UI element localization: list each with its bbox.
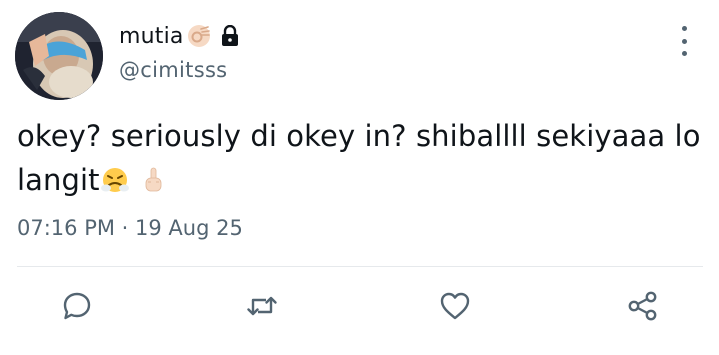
tweet-line-1: okey? seriously di okey in? shiballll se…: [17, 119, 701, 153]
display-name[interactable]: mutia: [119, 24, 184, 49]
ok-hand-emoji: [186, 23, 212, 49]
like-icon[interactable]: [437, 288, 473, 324]
tweet-line-2-text: langit: [17, 163, 100, 197]
handle[interactable]: @cimitsss: [119, 58, 227, 82]
more-dot: [681, 38, 687, 44]
more-dot: [681, 26, 687, 31]
tweet-timestamp[interactable]: 07:16 PM · 19 Aug 25: [17, 216, 243, 240]
face-with-steam-from-nose-emoji: [100, 163, 130, 193]
more-dot: [681, 51, 687, 56]
author-name-row: mutia: [119, 22, 240, 50]
retweet-icon[interactable]: [244, 288, 280, 324]
share-icon[interactable]: [625, 288, 661, 324]
more-options-icon[interactable]: [672, 26, 696, 56]
tweet-line-2: langit: [17, 158, 697, 202]
lock-icon: [220, 24, 240, 47]
reply-icon[interactable]: [59, 288, 95, 324]
divider: [17, 266, 703, 267]
middle-finger-emoji: [138, 163, 168, 193]
avatar[interactable]: [15, 12, 103, 100]
tweet-text: okey? seriously di okey in? shiballll se…: [17, 114, 701, 202]
